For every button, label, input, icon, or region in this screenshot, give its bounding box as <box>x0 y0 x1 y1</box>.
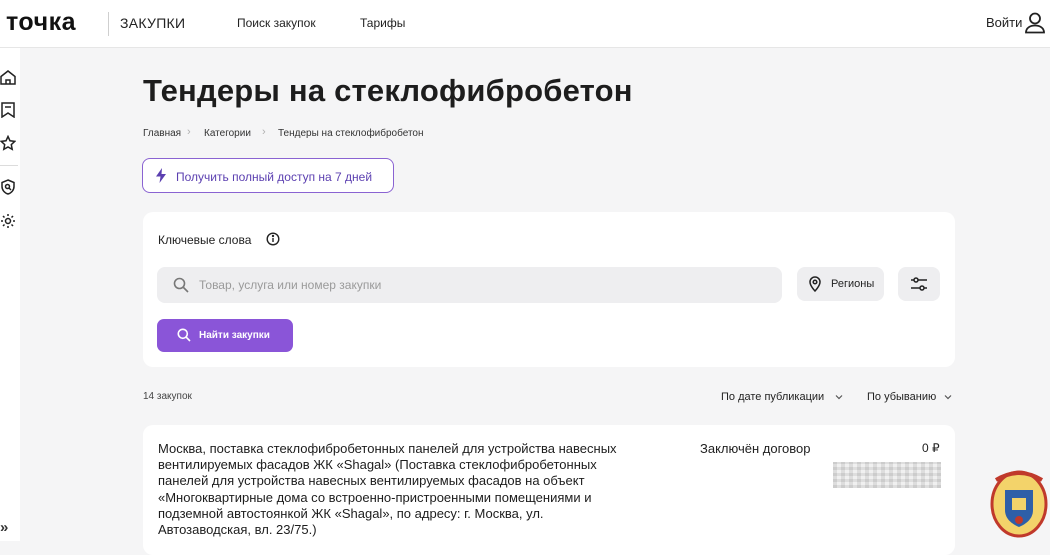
search-input[interactable] <box>199 267 769 303</box>
login-button[interactable]: Войти <box>986 15 1022 30</box>
info-icon[interactable] <box>266 232 280 246</box>
chevron-down-icon[interactable] <box>943 392 953 402</box>
search-field[interactable] <box>157 267 782 303</box>
full-access-label: Получить полный доступ на 7 дней <box>176 170 373 184</box>
results-count: 14 закупок <box>143 391 192 402</box>
breadcrumb-categories[interactable]: Категории <box>204 128 251 139</box>
sliders-icon <box>911 277 927 291</box>
sidebar: » <box>0 48 20 541</box>
chevron-down-icon[interactable] <box>834 392 844 402</box>
home-icon[interactable] <box>0 69 16 85</box>
logo-divider <box>108 12 109 36</box>
breadcrumb-current: Тендеры на стеклофибробетон <box>278 128 424 139</box>
list-item[interactable]: Москва, поставка стеклофибробетонных пан… <box>143 425 955 555</box>
search-icon <box>177 328 191 342</box>
full-access-button[interactable]: Получить полный доступ на 7 дней <box>142 158 394 193</box>
chevron-right-icon: › <box>187 126 191 138</box>
sort-order-dropdown[interactable]: По убыванию <box>867 391 936 403</box>
city-emblem-icon <box>990 470 1048 538</box>
settings-icon[interactable] <box>0 213 16 229</box>
shield-search-icon[interactable] <box>0 179 16 195</box>
sort-by-dropdown[interactable]: По дате публикации <box>721 391 824 403</box>
hidden-content-placeholder <box>833 462 941 488</box>
chevron-right-icon: › <box>262 126 266 138</box>
search-icon <box>173 277 189 293</box>
lightning-icon <box>156 168 166 183</box>
tender-description[interactable]: Москва, поставка стеклофибробетонных пан… <box>158 441 628 538</box>
top-bar: точка ЗАКУПКИ Поиск закупок Тарифы Войти <box>0 0 1050 48</box>
page-title: Тендеры на стеклофибробетон <box>143 73 633 108</box>
breadcrumb-home[interactable]: Главная <box>143 128 181 139</box>
regions-button[interactable]: Регионы <box>797 267 884 301</box>
nav-search-purchases[interactable]: Поиск закупок <box>237 16 316 30</box>
search-panel: Ключевые слова Регионы Найти закупки <box>143 212 955 367</box>
logo-subtitle[interactable]: ЗАКУПКИ <box>120 15 185 31</box>
find-purchases-label: Найти закупки <box>199 330 270 341</box>
star-icon[interactable] <box>0 135 16 151</box>
nav-tariffs[interactable]: Тарифы <box>360 16 405 30</box>
logo[interactable]: точка <box>6 8 76 37</box>
bookmark-icon[interactable] <box>0 102 16 118</box>
status-badge: Заключён договор <box>700 441 811 456</box>
regions-label: Регионы <box>831 278 875 290</box>
sidebar-divider <box>0 165 18 166</box>
keywords-label: Ключевые слова <box>158 233 252 247</box>
location-pin-icon <box>809 276 821 292</box>
chevrons-right-icon[interactable]: » <box>0 519 8 536</box>
find-purchases-button[interactable]: Найти закупки <box>157 319 293 352</box>
user-icon[interactable] <box>1024 11 1046 35</box>
filters-button[interactable] <box>898 267 940 301</box>
tender-price: 0 ₽ <box>922 441 940 455</box>
